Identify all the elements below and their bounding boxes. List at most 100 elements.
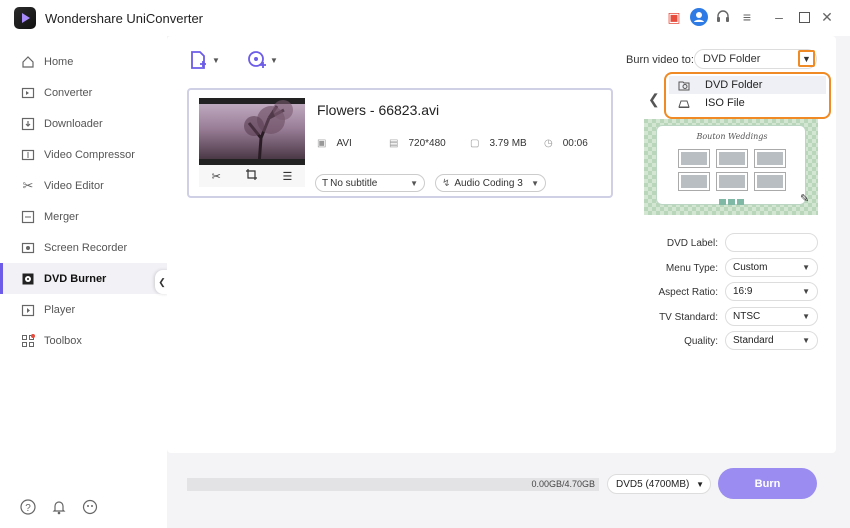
sidebar-item-label: Screen Recorder xyxy=(44,241,128,254)
menu-item-label: DVD Folder xyxy=(705,79,763,91)
effects-list-icon[interactable]: ☰ xyxy=(282,170,292,183)
sidebar-item-video-compressor[interactable]: Video Compressor xyxy=(0,139,167,170)
help-icon[interactable]: ? xyxy=(19,498,37,516)
sidebar-item-label: Player xyxy=(44,303,76,316)
burn-to-value: DVD Folder xyxy=(703,53,761,65)
quality-label: Quality: xyxy=(684,336,718,347)
sidebar-item-label: Toolbox xyxy=(44,334,82,347)
notification-bell-icon[interactable] xyxy=(50,498,68,516)
audio-wave-icon: ↯ xyxy=(442,177,451,189)
dvd-label-label: DVD Label: xyxy=(666,238,718,249)
support-headset-icon[interactable] xyxy=(714,8,732,26)
template-nav xyxy=(719,199,726,205)
aspect-ratio-label: Aspect Ratio: xyxy=(658,287,718,298)
chevron-down-icon: ▼ xyxy=(802,336,810,345)
minimize-icon[interactable]: – xyxy=(770,8,788,26)
sidebar-item-label: DVD Burner xyxy=(44,272,107,285)
previous-template-arrow[interactable]: ❮ xyxy=(648,91,660,108)
template-thumb xyxy=(678,172,710,191)
home-icon xyxy=(20,54,36,70)
template-thumb xyxy=(754,149,786,168)
file-duration: ◷ 00:06 xyxy=(544,138,588,149)
sidebar-item-converter[interactable]: Converter xyxy=(0,77,167,108)
maximize-icon[interactable] xyxy=(795,8,813,26)
feedback-icon[interactable] xyxy=(81,498,99,516)
chevron-down-icon: ▼ xyxy=(802,312,810,321)
subtitle-value: No subtitle xyxy=(330,177,378,189)
chevron-down-icon: ▼ xyxy=(696,479,704,489)
chevron-down-icon: ▼ xyxy=(531,178,539,188)
sidebar-item-player[interactable]: Player xyxy=(0,294,167,325)
audio-value: Audio Coding 3 xyxy=(454,177,523,189)
resolution-icon: ▤ xyxy=(389,138,399,149)
chevron-down-icon: ▼ xyxy=(802,287,810,296)
chevron-down-icon: ▼ xyxy=(270,55,278,65)
burn-to-dropdown-button[interactable]: ▼ xyxy=(798,50,815,67)
template-card: Bouton Weddings xyxy=(656,125,806,205)
folder-icon: ▢ xyxy=(470,138,480,149)
content-panel: ▼ ▼ Burn video to: DVD Folder ▼ DVD Fold… xyxy=(167,36,836,453)
load-dvd-button[interactable]: ▼ xyxy=(247,48,278,72)
template-thumb xyxy=(716,172,748,191)
aspect-ratio-select[interactable]: 16:9 ▼ xyxy=(725,282,818,301)
file-name: Flowers - 66823.avi xyxy=(317,102,440,118)
iso-file-icon xyxy=(677,98,691,109)
thumbnail-toolbar: ✂ ☰ xyxy=(199,165,305,187)
burn-button[interactable]: Burn xyxy=(718,468,817,499)
add-files-button[interactable]: ▼ xyxy=(189,48,220,72)
close-icon[interactable]: ✕ xyxy=(818,8,836,26)
menu-type-select[interactable]: Custom ▼ xyxy=(725,258,818,277)
sidebar-item-label: Home xyxy=(44,55,74,68)
trim-scissors-icon[interactable]: ✂ xyxy=(212,170,221,183)
crop-icon[interactable] xyxy=(246,169,258,183)
video-thumbnail[interactable] xyxy=(199,98,305,165)
sidebar-item-downloader[interactable]: Downloader xyxy=(0,108,167,139)
dvd-label-input[interactable] xyxy=(725,233,818,252)
chevron-down-icon: ▼ xyxy=(410,178,418,188)
add-disc-icon xyxy=(248,51,266,68)
quality-select[interactable]: Standard ▼ xyxy=(725,331,818,350)
add-file-icon xyxy=(191,51,206,69)
menu-icon[interactable]: ≡ xyxy=(738,8,756,26)
disc-icon xyxy=(20,271,36,287)
menu-type-label: Menu Type: xyxy=(665,263,718,274)
sidebar-item-toolbox[interactable]: Toolbox xyxy=(0,325,167,356)
edit-template-icon[interactable]: ✎ xyxy=(800,192,809,205)
menu-template-preview[interactable]: Bouton Weddings xyxy=(644,119,818,215)
sidebar-item-screen-recorder[interactable]: Screen Recorder xyxy=(0,232,167,263)
clock-icon: ◷ xyxy=(544,138,553,149)
sidebar-item-home[interactable]: Home xyxy=(0,46,167,77)
template-nav xyxy=(737,199,744,205)
sidebar-item-label: Downloader xyxy=(44,117,103,130)
gift-icon[interactable]: ▣ xyxy=(665,8,683,26)
sidebar-item-label: Video Compressor xyxy=(44,148,135,161)
template-thumb xyxy=(716,149,748,168)
disc-usage-bar: 0.00GB/4.70GB xyxy=(187,478,599,491)
template-thumb xyxy=(754,172,786,191)
sidebar-item-video-editor[interactable]: ✂ Video Editor xyxy=(0,170,167,201)
tv-standard-select[interactable]: NTSC ▼ xyxy=(725,307,818,326)
video-file-card[interactable]: ✂ ☰ Flowers - 66823.avi ▣ AVI ▤ 720*480 … xyxy=(187,88,613,198)
audio-track-select[interactable]: ↯ Audio Coding 3 ▼ xyxy=(435,174,546,192)
subtitle-select[interactable]: T No subtitle ▼ xyxy=(315,174,425,192)
burn-to-dropdown-menu: DVD Folder ISO File xyxy=(664,72,831,119)
disc-type-value: DVD5 (4700MB) xyxy=(616,478,690,490)
app-title: Wondershare UniConverter xyxy=(45,11,203,26)
record-icon xyxy=(20,240,36,256)
sidebar-item-label: Converter xyxy=(44,86,93,99)
app-logo-icon xyxy=(14,7,36,29)
template-thumb xyxy=(678,149,710,168)
svg-text:?: ? xyxy=(25,503,31,514)
disc-type-select[interactable]: DVD5 (4700MB) ▼ xyxy=(607,474,711,494)
account-icon[interactable] xyxy=(690,8,708,26)
downloader-icon xyxy=(20,116,36,132)
menu-item-iso-file[interactable]: ISO File xyxy=(669,94,826,112)
merge-icon xyxy=(20,209,36,225)
sidebar-item-dvd-burner[interactable]: DVD Burner xyxy=(0,263,167,294)
chevron-down-icon: ▼ xyxy=(802,263,810,272)
sidebar-item-merger[interactable]: Merger xyxy=(0,201,167,232)
dvd-folder-icon xyxy=(677,80,691,91)
sidebar-item-label: Video Editor xyxy=(44,179,104,192)
template-title: Bouton Weddings xyxy=(696,132,768,141)
menu-item-dvd-folder[interactable]: DVD Folder xyxy=(669,76,826,94)
